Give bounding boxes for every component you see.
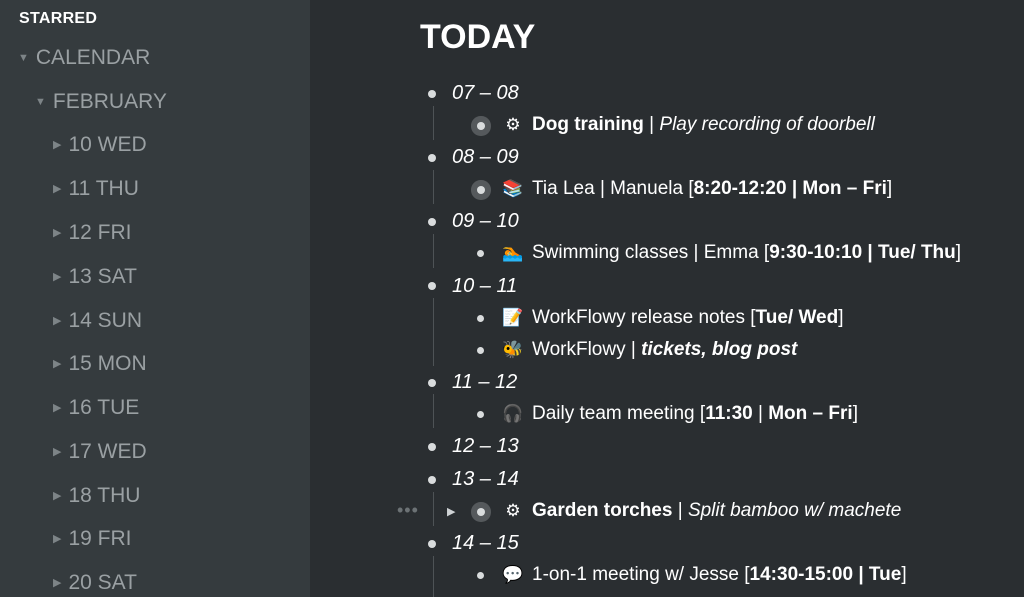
bullet[interactable] — [477, 411, 484, 418]
speech-bubble-icon: 💬 — [502, 565, 524, 584]
hour-label: 14 – 15 — [452, 532, 519, 554]
triangle-down-icon[interactable]: ▼ — [18, 52, 29, 64]
sidebar-item-day[interactable]: ▶ 10 WED — [53, 133, 147, 157]
triangle-right-icon[interactable]: ▶ — [53, 489, 61, 502]
swimmer-icon: 🏊 — [502, 243, 524, 262]
triangle-right-icon[interactable]: ▶ — [53, 401, 61, 414]
bullet[interactable] — [428, 282, 436, 290]
guide-line — [433, 170, 434, 204]
triangle-down-icon[interactable]: ▼ — [35, 96, 46, 108]
triangle-right-icon[interactable]: ▶ — [53, 532, 61, 545]
task-dog-training[interactable]: ⚙ Dog training | Play recording of doorbe… — [502, 114, 874, 136]
triangle-right-icon[interactable]: ▶ — [53, 226, 61, 239]
bullet[interactable] — [428, 540, 436, 548]
gear-icon: ⚙ — [505, 115, 521, 134]
bullet[interactable] — [477, 347, 484, 354]
task-workflowy[interactable]: 🐝 WorkFlowy | tickets, blog post — [502, 339, 797, 361]
sidebar-item-day[interactable]: ▶ 15 MON — [53, 352, 147, 376]
hour-label: 11 – 12 — [452, 371, 518, 393]
bullet[interactable] — [477, 315, 484, 322]
bullet[interactable] — [428, 218, 436, 226]
bullet[interactable] — [428, 443, 436, 451]
books-icon: 📚 — [502, 179, 524, 198]
bullet[interactable] — [428, 379, 436, 387]
sidebar-item-calendar[interactable]: ▼ CALENDAR — [18, 46, 150, 70]
triangle-right-icon[interactable]: ▶ — [53, 445, 61, 458]
task-release-notes[interactable]: 📝 WorkFlowy release notes [Tue/ Wed] — [502, 307, 843, 329]
task-one-on-one[interactable]: 💬 1-on-1 meeting w/ Jesse [14:30-15:00 | … — [502, 564, 906, 586]
bullet[interactable] — [477, 572, 484, 579]
sidebar-item-day[interactable]: ▶ 11 THU — [53, 177, 139, 201]
triangle-right-icon[interactable]: ▶ — [53, 314, 61, 327]
starred-header: STARRED — [19, 10, 98, 27]
memo-icon: 📝 — [502, 308, 524, 327]
sidebar-item-day[interactable]: ▶ 19 FRI — [53, 527, 132, 551]
triangle-right-icon[interactable]: ▶ — [53, 182, 61, 195]
expand-arrow-icon[interactable]: ▶ — [447, 505, 455, 518]
triangle-right-icon[interactable]: ▶ — [53, 270, 61, 283]
sidebar-item-day[interactable]: ▶ 17 WED — [53, 440, 147, 464]
gear-icon: ⚙ — [505, 501, 521, 520]
guide-line — [433, 492, 434, 526]
headphones-icon: 🎧 — [502, 404, 524, 423]
guide-line — [433, 106, 434, 140]
sidebar: STARRED ▼ CALENDAR ▼ FEBRUARY ▶ 10 WED ▶ 11 … — [0, 0, 310, 597]
triangle-right-icon[interactable]: ▶ — [53, 357, 61, 370]
sidebar-item-day[interactable]: ▶ 13 SAT — [53, 265, 137, 289]
page-title: TODAY — [420, 18, 536, 56]
sidebar-item-day[interactable]: ▶ 20 SAT — [53, 571, 137, 595]
hour-label: 10 – 11 — [452, 275, 518, 297]
guide-line — [433, 234, 434, 268]
hour-label: 08 – 09 — [452, 146, 519, 168]
sidebar-item-february[interactable]: ▼ FEBRUARY — [35, 90, 167, 114]
triangle-right-icon[interactable]: ▶ — [53, 138, 61, 151]
hour-label: 13 – 14 — [452, 468, 519, 490]
bullet-collapsed[interactable] — [477, 122, 485, 130]
bullet[interactable] — [428, 90, 436, 98]
hour-label: 07 – 08 — [452, 82, 519, 104]
task-garden-torches[interactable]: ⚙ Garden torches | Split bamboo w/ machet… — [502, 500, 901, 522]
hour-label: 09 – 10 — [452, 210, 519, 232]
task-swimming[interactable]: 🏊 Swimming classes | Emma [9:30-10:10 | T… — [502, 242, 961, 264]
sidebar-item-day[interactable]: ▶ 18 THU — [53, 484, 140, 508]
sidebar-item-day[interactable]: ▶ 12 FRI — [53, 221, 132, 245]
task-tia-lea[interactable]: 📚 Tia Lea | Manuela [8:20-12:20 | Mon – F… — [502, 178, 892, 200]
main-panel: TODAY 07 – 08 ⚙ Dog training | Play recor… — [310, 0, 1024, 597]
more-options-icon[interactable]: ••• — [397, 500, 419, 521]
bullet[interactable] — [428, 476, 436, 484]
guide-line — [433, 298, 434, 366]
bullet[interactable] — [477, 250, 484, 257]
bullet[interactable] — [428, 154, 436, 162]
hour-label: 12 – 13 — [452, 435, 519, 457]
bullet-collapsed[interactable] — [477, 508, 485, 516]
sidebar-item-day[interactable]: ▶ 14 SUN — [53, 309, 142, 333]
guide-line — [433, 556, 434, 597]
bee-icon: 🐝 — [502, 340, 524, 359]
triangle-right-icon[interactable]: ▶ — [53, 576, 61, 589]
sidebar-item-day[interactable]: ▶ 16 TUE — [53, 396, 139, 420]
guide-line — [433, 394, 434, 428]
bullet-collapsed[interactable] — [477, 186, 485, 194]
task-team-meeting[interactable]: 🎧 Daily team meeting [11:30 | Mon – Fri] — [502, 403, 858, 425]
